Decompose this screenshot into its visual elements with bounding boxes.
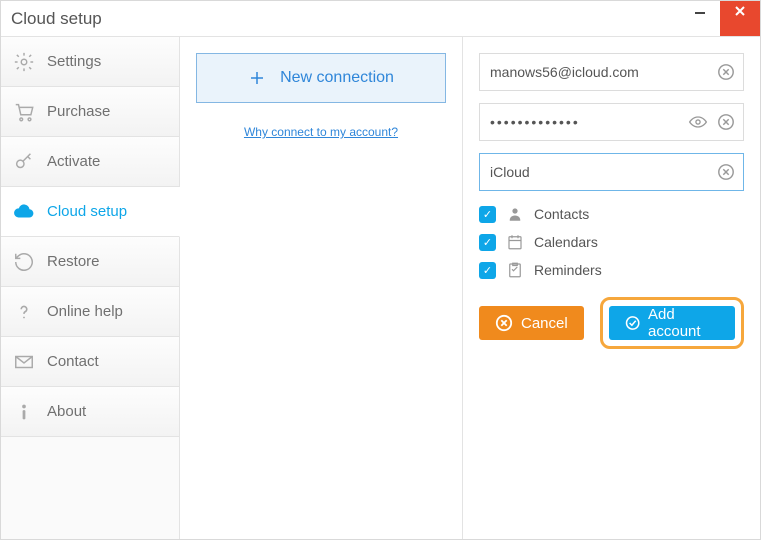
form-buttons: Cancel Add account [479,297,744,349]
sidebar-item-label: Settings [47,53,101,70]
contacts-icon [506,205,524,223]
sidebar-item-about[interactable]: About [1,387,179,437]
clear-icon [717,63,735,81]
help-icon [13,301,35,323]
minimize-button[interactable] [680,1,720,36]
service-field-wrapper [479,153,744,191]
sync-options: ✓ Contacts ✓ Calendars ✓ Reminders [479,205,744,279]
add-account-label: Add account [648,306,719,340]
envelope-icon [13,351,35,373]
restore-icon [13,251,35,273]
sync-contacts-label: Contacts [534,206,589,222]
sidebar-item-online-help[interactable]: Online help [1,287,179,337]
gear-icon [13,51,35,73]
new-connection-label: New connection [280,69,394,87]
cancel-button[interactable]: Cancel [479,306,584,340]
email-actions [716,53,736,91]
password-actions [688,103,736,141]
clear-service-button[interactable] [716,162,736,182]
clear-icon [717,163,735,181]
sync-reminders-row: ✓ Reminders [479,261,744,279]
window-title: Cloud setup [11,9,102,29]
clear-password-button[interactable] [716,112,736,132]
sync-contacts-checkbox[interactable]: ✓ [479,206,496,223]
app-window: Cloud setup Settings Purchase Activate [0,0,761,540]
email-input[interactable] [479,53,744,91]
close-button[interactable] [720,1,760,36]
sync-calendars-label: Calendars [534,234,598,250]
email-field-wrapper [479,53,744,91]
sidebar-item-purchase[interactable]: Purchase [1,87,179,137]
info-icon [13,401,35,423]
cart-icon [13,101,35,123]
sync-contacts-row: ✓ Contacts [479,205,744,223]
service-actions [716,153,736,191]
connections-panel: New connection Why connect to my account… [180,37,463,539]
account-form: ✓ Contacts ✓ Calendars ✓ Reminders [463,37,760,539]
service-input[interactable] [479,153,744,191]
sync-reminders-label: Reminders [534,262,602,278]
sidebar-item-cloud-setup[interactable]: Cloud setup [1,187,180,237]
help-link[interactable]: Why connect to my account? [244,125,398,139]
new-connection-button[interactable]: New connection [196,53,446,103]
clear-icon [717,113,735,131]
check-circle-icon [625,314,640,332]
password-field-wrapper [479,103,744,141]
sidebar-item-restore[interactable]: Restore [1,237,179,287]
plus-icon [248,69,266,87]
content-area: Settings Purchase Activate Cloud setup R… [1,37,760,539]
sidebar: Settings Purchase Activate Cloud setup R… [1,37,180,539]
sidebar-item-label: Purchase [47,103,110,120]
sidebar-item-label: Restore [47,253,100,270]
sidebar-item-label: Online help [47,303,123,320]
cancel-icon [495,314,513,332]
cloud-icon [13,201,35,223]
sidebar-item-activate[interactable]: Activate [1,137,179,187]
sync-calendars-checkbox[interactable]: ✓ [479,234,496,251]
sidebar-item-contact[interactable]: Contact [1,337,179,387]
add-account-highlight: Add account [600,297,744,349]
close-icon [734,5,746,17]
calendar-icon [506,233,524,251]
sidebar-item-label: Activate [47,153,100,170]
eye-icon [688,112,708,132]
minimize-icon [694,5,706,17]
sidebar-item-label: Contact [47,353,99,370]
sync-calendars-row: ✓ Calendars [479,233,744,251]
titlebar: Cloud setup [1,1,760,37]
reveal-password-button[interactable] [688,112,708,132]
sidebar-item-label: Cloud setup [47,203,127,220]
cancel-label: Cancel [521,315,568,332]
window-controls [680,1,760,36]
sync-reminders-checkbox[interactable]: ✓ [479,262,496,279]
reminders-icon [506,261,524,279]
add-account-button[interactable]: Add account [609,306,735,340]
sidebar-item-settings[interactable]: Settings [1,37,179,87]
clear-email-button[interactable] [716,62,736,82]
sidebar-item-label: About [47,403,86,420]
key-icon [13,151,35,173]
